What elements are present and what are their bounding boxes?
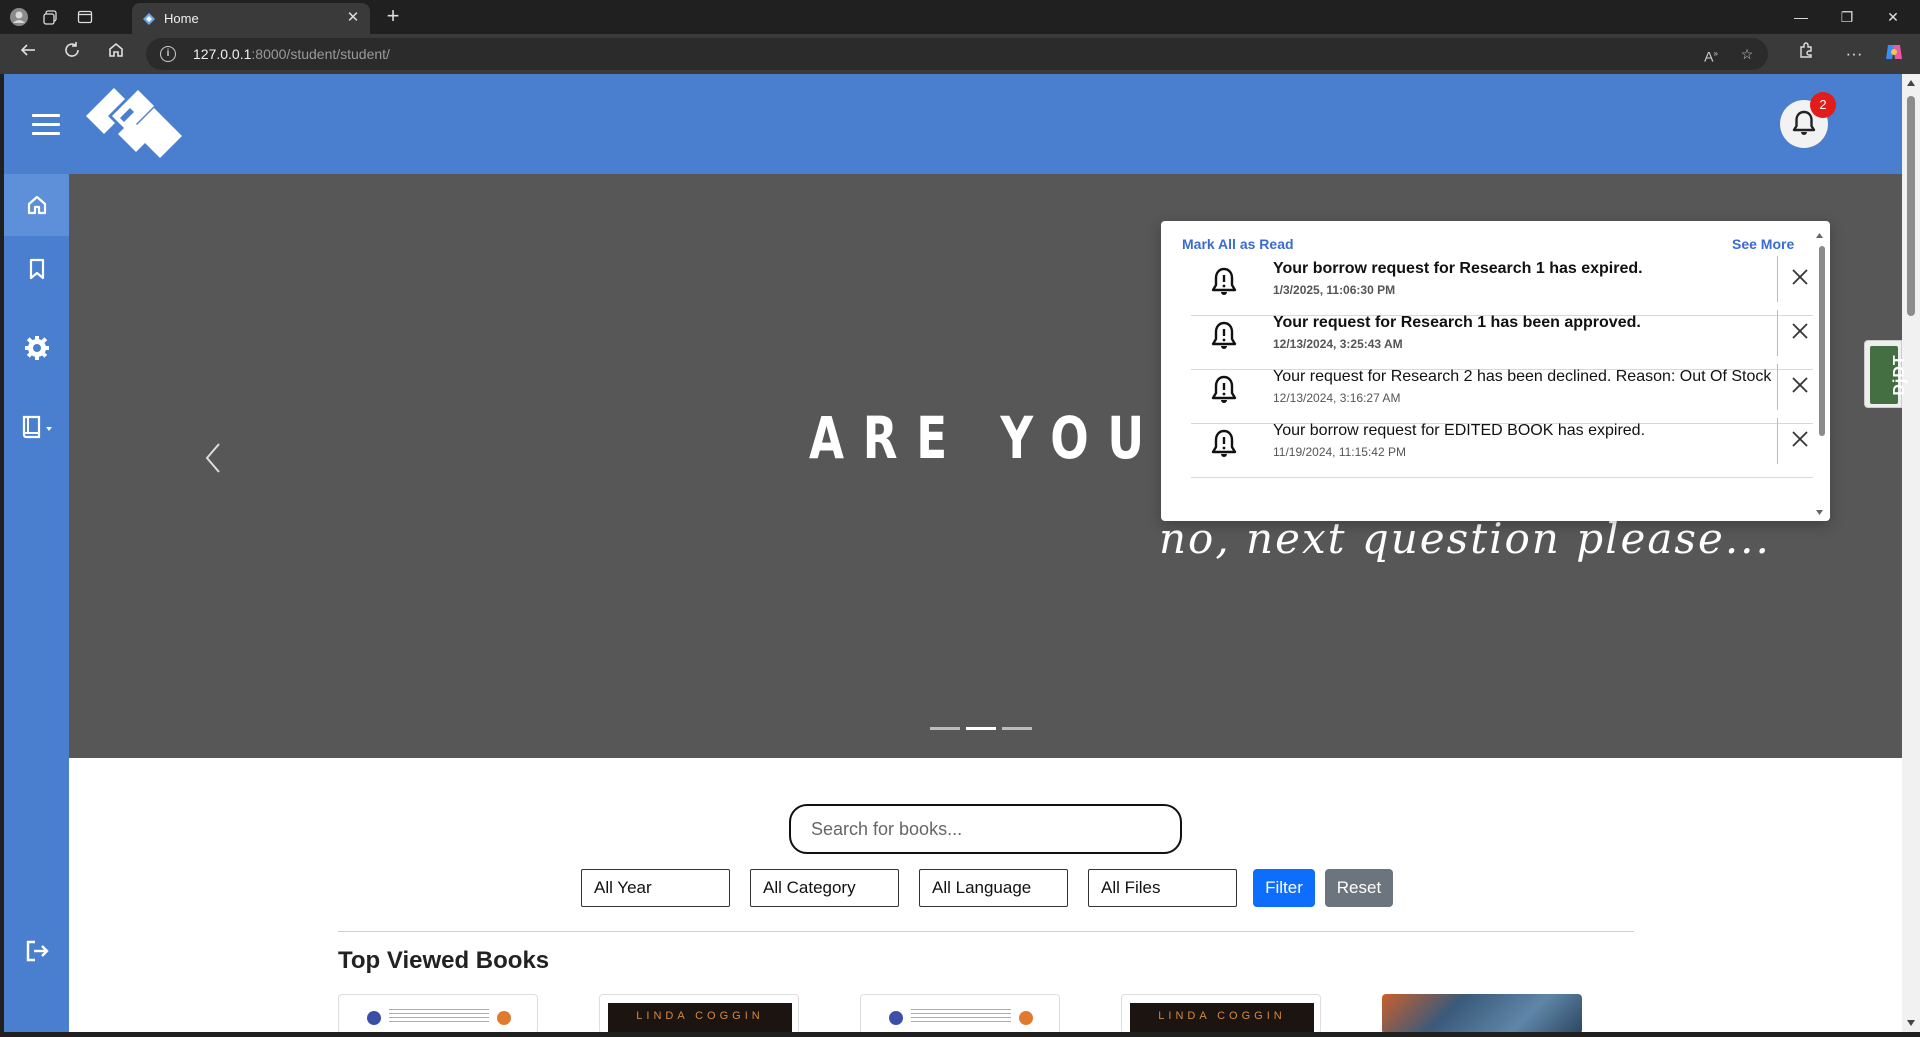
search-input[interactable] — [789, 804, 1182, 854]
workspaces-icon[interactable] — [40, 6, 62, 28]
sidebar-item-bookmarks[interactable] — [4, 238, 69, 300]
tab-actions-icon[interactable] — [74, 6, 96, 28]
sidebar-item-logout[interactable] — [4, 920, 69, 982]
app-logo[interactable] — [84, 86, 184, 162]
book-card[interactable] — [1382, 994, 1582, 1032]
section-title: Top Viewed Books — [338, 947, 550, 974]
reset-button[interactable]: Reset — [1325, 869, 1393, 907]
browser-nav-bar: i 127.0.0.1:8000/student/student/ A» ☆ ·… — [0, 34, 1920, 74]
notification-divider — [1777, 310, 1778, 356]
page-viewport: 2 ARE YOU OK? no, next question please..… — [4, 74, 1902, 1032]
filter-button[interactable]: Filter — [1253, 869, 1315, 907]
book-card[interactable] — [338, 994, 538, 1032]
site-info-icon[interactable]: i — [160, 46, 176, 62]
notification-divider — [1777, 256, 1778, 302]
read-aloud-icon[interactable]: A» — [1700, 44, 1722, 65]
settings-icon — [24, 336, 49, 360]
carousel-indicator[interactable] — [1002, 727, 1032, 730]
close-window-button[interactable]: ✕ — [1870, 0, 1916, 34]
extensions-icon[interactable] — [1792, 41, 1820, 67]
chevron-left-icon[interactable] — [199, 436, 229, 480]
back-button[interactable] — [14, 41, 42, 67]
address-path: :8000/student/student/ — [251, 46, 390, 62]
notification-bell-icon — [1211, 321, 1237, 349]
book-icon — [22, 415, 52, 439]
book-card[interactable]: LINDA COGGIN — [599, 994, 799, 1032]
book-cover: LINDA COGGIN — [608, 1003, 792, 1032]
home-icon — [27, 195, 46, 215]
notification-time: 1/3/2025, 11:06:30 PM — [1273, 283, 1396, 297]
copilot-icon[interactable] — [1880, 41, 1908, 67]
section-divider — [338, 931, 1634, 932]
refresh-button[interactable] — [58, 41, 86, 67]
close-icon[interactable] — [1789, 374, 1811, 396]
sidebar-item-home[interactable] — [4, 174, 69, 236]
notification-message: Your request for Research 2 has been dec… — [1273, 368, 1772, 385]
address-bar[interactable]: i 127.0.0.1:8000/student/student/ A» ☆ — [146, 38, 1768, 70]
close-tab-icon[interactable]: ✕ — [344, 9, 362, 27]
category-select[interactable]: All Category — [750, 869, 899, 907]
notification-time: 12/13/2024, 3:16:27 AM — [1273, 391, 1401, 405]
book-author: LINDA COGGIN — [1158, 1010, 1286, 1022]
tab-title: Home — [164, 11, 199, 26]
sidebar-item-books[interactable] — [4, 396, 69, 458]
notification-message: Your borrow request for Research 1 has e… — [1273, 260, 1643, 277]
close-icon[interactable] — [1789, 428, 1811, 450]
top-header: 2 — [4, 74, 1902, 174]
carousel-indicator[interactable] — [966, 727, 996, 730]
year-select[interactable]: All Year — [581, 869, 730, 907]
close-icon[interactable] — [1789, 320, 1811, 342]
files-select[interactable]: All Files — [1088, 869, 1237, 907]
restore-button[interactable]: ❐ — [1824, 0, 1870, 34]
new-tab-button[interactable]: + — [380, 4, 406, 30]
language-select[interactable]: All Language — [919, 869, 1068, 907]
close-icon[interactable] — [1789, 266, 1811, 288]
address-text: 127.0.0.1:8000/student/student/ — [193, 46, 390, 62]
profile-icon[interactable] — [8, 6, 30, 28]
home-button[interactable] — [102, 41, 130, 67]
more-menu-icon[interactable]: ··· — [1840, 41, 1868, 67]
notification-dropdown: Mark All as Read See More Your borrow re… — [1161, 221, 1830, 521]
notification-scroll-thumb[interactable] — [1819, 246, 1825, 436]
sidebar-item-settings[interactable] — [4, 317, 69, 379]
notification-item[interactable]: Your borrow request for EDITED BOOK has … — [1191, 412, 1813, 478]
seal-icon — [1019, 1011, 1033, 1025]
bookmark-icon — [29, 258, 44, 280]
book-card[interactable] — [860, 994, 1060, 1032]
notification-bell-icon — [1211, 267, 1237, 295]
notification-divider — [1777, 418, 1778, 464]
notification-time: 12/13/2024, 3:25:43 AM — [1273, 337, 1403, 351]
slide-subtitle: no, next question please... — [1159, 514, 1771, 563]
sidebar — [4, 174, 69, 1032]
document-thumbnail — [389, 1009, 489, 1023]
notification-count-badge: 2 — [1810, 92, 1836, 118]
notification-time: 11/19/2024, 11:15:42 PM — [1273, 445, 1406, 459]
book-cover: LINDA COGGIN — [1130, 1003, 1314, 1032]
carousel-indicators — [930, 727, 1032, 730]
minimize-button[interactable]: — — [1778, 0, 1824, 34]
hamburger-menu-icon[interactable] — [32, 114, 60, 136]
book-author: LINDA COGGIN — [636, 1010, 764, 1022]
document-thumbnail — [911, 1009, 1011, 1023]
notification-message: Your borrow request for EDITED BOOK has … — [1273, 422, 1646, 439]
browser-tab-bar: Home ✕ + — ❐ ✕ — [0, 0, 1920, 34]
djdt-label: DjDT — [1891, 354, 1908, 396]
notification-divider — [1777, 364, 1778, 410]
seal-icon — [889, 1011, 903, 1025]
notification-message: Your request for Research 1 has been app… — [1273, 314, 1641, 331]
book-card[interactable]: LINDA COGGIN — [1121, 994, 1321, 1032]
seal-icon — [367, 1011, 381, 1025]
tab-home[interactable]: Home ✕ — [132, 3, 370, 34]
logout-icon — [26, 940, 49, 962]
address-host: 127.0.0.1 — [193, 46, 252, 62]
djdt-toolbar-handle[interactable]: DjDT — [1864, 340, 1908, 408]
favorite-star-icon[interactable]: ☆ — [1736, 44, 1758, 64]
seal-icon — [497, 1011, 511, 1025]
tab-favicon-icon — [143, 13, 155, 25]
notification-bell-icon — [1211, 375, 1237, 403]
notification-bell-icon — [1211, 429, 1237, 457]
page-scroll-thumb[interactable] — [1907, 96, 1915, 316]
carousel-indicator[interactable] — [930, 727, 960, 730]
